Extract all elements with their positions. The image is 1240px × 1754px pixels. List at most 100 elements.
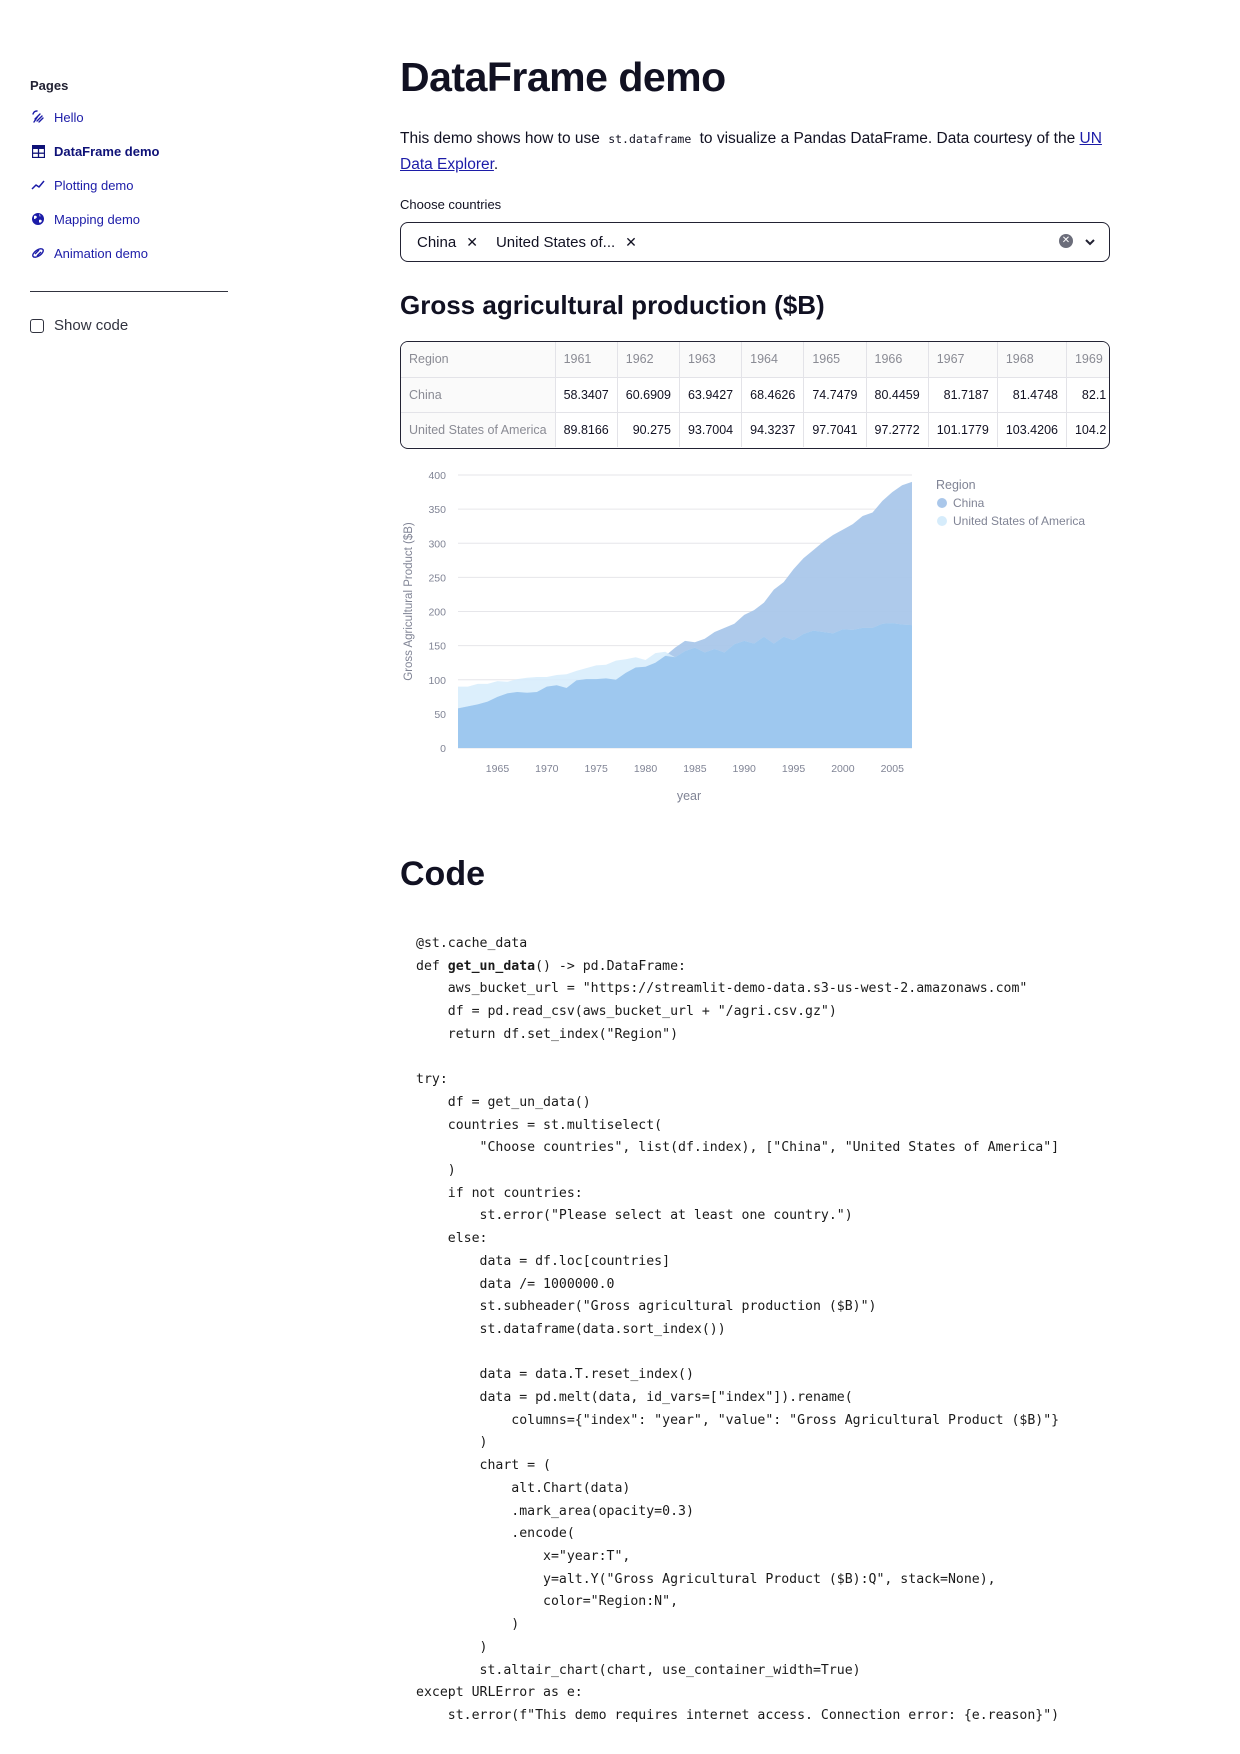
- column-header[interactable]: 1964: [741, 342, 805, 378]
- table-cell[interactable]: 101.1779: [928, 412, 998, 447]
- table-cell[interactable]: 74.7479: [803, 377, 867, 413]
- legend-swatch: [937, 516, 947, 526]
- column-header[interactable]: 1962: [617, 342, 680, 378]
- x-tick-label: 1975: [584, 763, 608, 775]
- countries-multiselect[interactable]: China ✕ United States of... ✕ ✕: [400, 222, 1110, 262]
- inline-code: st.dataframe: [608, 132, 692, 146]
- row-header[interactable]: United States of America: [401, 412, 556, 447]
- clear-all-icon[interactable]: ✕: [1059, 234, 1073, 248]
- x-tick-label: 1985: [683, 763, 707, 775]
- table-cell[interactable]: 80.4459: [866, 377, 929, 413]
- y-tick-label: 300: [428, 538, 446, 550]
- table-cell[interactable]: 93.7004: [679, 412, 743, 447]
- x-tick-label: 2005: [881, 763, 905, 775]
- x-tick-label: 1965: [486, 763, 510, 775]
- column-header[interactable]: 1969: [1066, 342, 1109, 378]
- table-cell[interactable]: 90.275: [617, 412, 680, 447]
- code-line: else:: [416, 1231, 488, 1247]
- sidebar-item-animation-demo[interactable]: Animation demo: [30, 242, 148, 264]
- tag-label: United States of...: [495, 233, 616, 251]
- multiselect-label: Choose countries: [400, 197, 502, 212]
- code-line: return df.set_index("Region"): [416, 1026, 679, 1042]
- code-line: if not countries:: [416, 1185, 583, 1201]
- legend-item: China: [953, 496, 985, 510]
- sidebar-item-mapping-demo[interactable]: Mapping demo: [30, 208, 140, 230]
- tag-label: China: [417, 233, 457, 251]
- show-code-toggle[interactable]: Show code: [30, 317, 128, 334]
- table-cell[interactable]: 60.6909: [617, 377, 680, 413]
- dataframe-table[interactable]: Region 1961 1962 1963 1964 1965 1966 196…: [400, 341, 1110, 449]
- code-line: try:: [416, 1072, 448, 1088]
- y-tick-label: 100: [428, 675, 446, 687]
- intro-text-part: to visualize a Pandas DataFrame. Data co…: [695, 130, 1080, 147]
- table-cell[interactable]: 94.3237: [741, 412, 805, 447]
- code-line: data = pd.melt(data, id_vars=["index"]).…: [416, 1390, 853, 1406]
- table-cell[interactable]: 81.7187: [928, 377, 998, 413]
- intro-text-part: .: [493, 156, 499, 173]
- area-chart[interactable]: 0 50 100 150 200 250 300 350 400 1965 1970 1975 1980…: [400, 465, 1112, 815]
- y-tick-label: 400: [428, 470, 446, 482]
- code-line: st.dataframe(data.sort_index()): [416, 1321, 726, 1337]
- code-section-title: Code: [400, 855, 485, 893]
- column-header[interactable]: Region: [401, 342, 556, 378]
- sidebar-item-label: DataFrame demo: [54, 143, 160, 159]
- legend-title: Region: [936, 478, 976, 492]
- code-line: .mark_area(opacity=0.3): [416, 1503, 694, 1519]
- table-cell[interactable]: 103.4206: [997, 412, 1067, 447]
- sidebar-item-dataframe-demo[interactable]: DataFrame demo: [30, 140, 159, 162]
- table-cell[interactable]: 89.8166: [555, 412, 618, 447]
- table-cell[interactable]: 97.2772: [866, 412, 929, 447]
- code-line: "Choose countries", list(df.index), ["Ch…: [416, 1140, 1060, 1156]
- wave-hand-icon: [30, 109, 46, 125]
- column-header[interactable]: 1965: [803, 342, 867, 378]
- column-header[interactable]: 1966: [866, 342, 929, 378]
- code-line: st.error(f"This demo requires internet a…: [416, 1707, 1060, 1723]
- code-line: ): [416, 1435, 488, 1451]
- table-cell[interactable]: 81.4748: [997, 377, 1067, 413]
- x-tick-label: 1970: [535, 763, 559, 775]
- animation-icon: [30, 245, 46, 261]
- code-line: st.subheader("Gross agricultural product…: [416, 1299, 877, 1315]
- code-line: alt.Chart(data): [416, 1480, 631, 1496]
- line-chart-icon: [30, 177, 46, 193]
- chevron-down-icon[interactable]: [1083, 232, 1097, 257]
- table-cell[interactable]: 63.9427: [679, 377, 743, 413]
- row-header[interactable]: China: [401, 377, 556, 413]
- sidebar-item-label: Plotting demo: [54, 177, 134, 193]
- intro-text: This demo shows how to use st.dataframe …: [400, 126, 1112, 177]
- code-line: ): [416, 1639, 488, 1655]
- code-line: data = df.loc[countries]: [416, 1253, 671, 1269]
- table-cell[interactable]: 58.3407: [555, 377, 618, 413]
- sidebar-item-plotting-demo[interactable]: Plotting demo: [30, 174, 134, 196]
- remove-tag-icon[interactable]: ✕: [466, 234, 478, 251]
- code-line: def get_un_data() -> pd.DataFrame:: [416, 958, 686, 974]
- table-cell[interactable]: 97.7041: [803, 412, 867, 447]
- legend-item: United States of America: [953, 514, 1085, 528]
- code-line: data = data.T.reset_index(): [416, 1367, 694, 1383]
- table-row: China 58.3407 60.6909 63.9427 68.4626 74…: [401, 377, 1109, 413]
- column-header[interactable]: 1967: [928, 342, 998, 378]
- x-axis-title: year: [677, 789, 701, 803]
- remove-tag-icon[interactable]: ✕: [625, 234, 637, 251]
- column-header[interactable]: 1961: [555, 342, 618, 378]
- code-line: data /= 1000000.0: [416, 1276, 615, 1292]
- column-header[interactable]: 1963: [679, 342, 743, 378]
- y-tick-label: 150: [428, 641, 446, 653]
- y-tick-label: 200: [428, 607, 446, 619]
- table-cell[interactable]: 104.2: [1066, 412, 1109, 447]
- code-line: except URLError as e:: [416, 1685, 583, 1701]
- table-cell[interactable]: 68.4626: [741, 377, 805, 413]
- table-cell[interactable]: 82.1: [1066, 377, 1109, 413]
- code-line: chart = (: [416, 1458, 551, 1474]
- selected-tag-usa: United States of... ✕: [496, 234, 637, 251]
- function-name: get_un_data: [447, 958, 536, 974]
- code-line: countries = st.multiselect(: [416, 1117, 663, 1133]
- sidebar: Pages Hello DataFrame demo Plotting demo: [0, 0, 240, 1754]
- show-code-label: Show code: [54, 317, 129, 334]
- code-line: ): [416, 1163, 456, 1179]
- column-header[interactable]: 1968: [997, 342, 1067, 378]
- show-code-checkbox[interactable]: [30, 318, 44, 333]
- code-line: aws_bucket_url = "https://streamlit-demo…: [416, 981, 1028, 997]
- page-title: DataFrame demo: [400, 54, 726, 100]
- sidebar-item-hello[interactable]: Hello: [30, 106, 84, 128]
